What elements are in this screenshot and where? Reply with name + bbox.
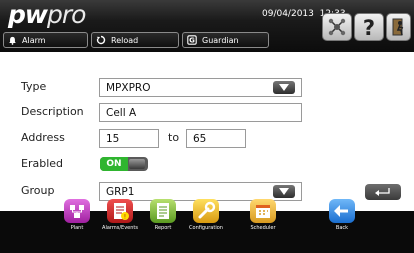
guardian-button[interactable]: G Guardian (182, 32, 269, 48)
type-value: MPXPRO (106, 81, 151, 94)
svg-text:G: G (189, 37, 195, 45)
help-button[interactable]: ? (354, 13, 384, 41)
nav-configuration-label: Configuration (189, 225, 223, 231)
svg-text:?: ? (363, 16, 375, 38)
guardian-icon: G (187, 35, 197, 45)
enabled-toggle[interactable]: ON (100, 157, 148, 171)
address-to-value: 65 (193, 132, 207, 145)
back-icon (329, 199, 355, 223)
network-button[interactable] (322, 13, 352, 41)
description-field[interactable]: Cell A (99, 103, 302, 122)
exit-button[interactable] (386, 13, 411, 41)
bell-icon (9, 36, 16, 45)
nav-back-label: Back (335, 225, 349, 231)
network-icon (328, 18, 346, 36)
date-text: 09/04/2013 (262, 9, 314, 19)
nav-report[interactable]: Report (143, 199, 183, 231)
group-label: Group (21, 184, 55, 197)
nav-alarms-events[interactable]: ! Alarms/Events (100, 199, 140, 231)
reload-button-label: Reload (111, 35, 139, 45)
alarm-button-label: Alarm (22, 35, 46, 45)
address-to-field[interactable]: 65 (186, 129, 246, 148)
nav-plant[interactable]: Plant (57, 199, 97, 231)
description-label: Description (21, 105, 84, 118)
svg-text:!: ! (124, 214, 126, 221)
address-to-label: to (168, 131, 180, 144)
type-dropdown[interactable]: MPXPRO (99, 78, 302, 97)
configuration-icon (193, 199, 219, 223)
nav-report-label: Report (154, 225, 172, 231)
help-icon: ? (363, 16, 375, 38)
enter-icon (375, 188, 390, 196)
nav-scheduler[interactable]: Scheduler (243, 199, 283, 231)
description-value: Cell A (106, 106, 137, 119)
group-value: GRP1 (106, 185, 135, 198)
dropdown-arrow-icon (273, 81, 295, 94)
reload-icon (96, 35, 106, 45)
address-from-value: 15 (106, 132, 120, 145)
app-logo: pwpro (8, 0, 86, 29)
enter-button[interactable] (365, 184, 401, 200)
plant-icon (64, 199, 90, 223)
scheduler-icon (250, 199, 276, 223)
dropdown-arrow-icon (273, 185, 295, 198)
nav-plant-label: Plant (70, 225, 84, 231)
address-from-field[interactable]: 15 (99, 129, 159, 148)
alarm-button[interactable]: Alarm (3, 32, 88, 48)
type-label: Type (21, 80, 47, 93)
report-icon (150, 199, 176, 223)
nav-scheduler-label: Scheduler (250, 225, 276, 231)
toggle-on-label: ON (100, 157, 128, 171)
toggle-knob (129, 159, 145, 169)
address-label: Address (21, 131, 65, 144)
alarms-events-icon: ! (107, 199, 133, 223)
guardian-button-label: Guardian (202, 35, 239, 45)
nav-configuration[interactable]: Configuration (186, 199, 226, 231)
exit-icon (392, 18, 403, 36)
reload-button[interactable]: Reload (91, 32, 179, 48)
header-bar: pwpro 09/04/2013 12:33 Alarm Reload G Gu… (0, 0, 414, 52)
nav-back[interactable]: Back (322, 199, 362, 231)
nav-alarms-events-label: Alarms/Events (102, 225, 138, 231)
enabled-label: Erabled (21, 157, 64, 170)
